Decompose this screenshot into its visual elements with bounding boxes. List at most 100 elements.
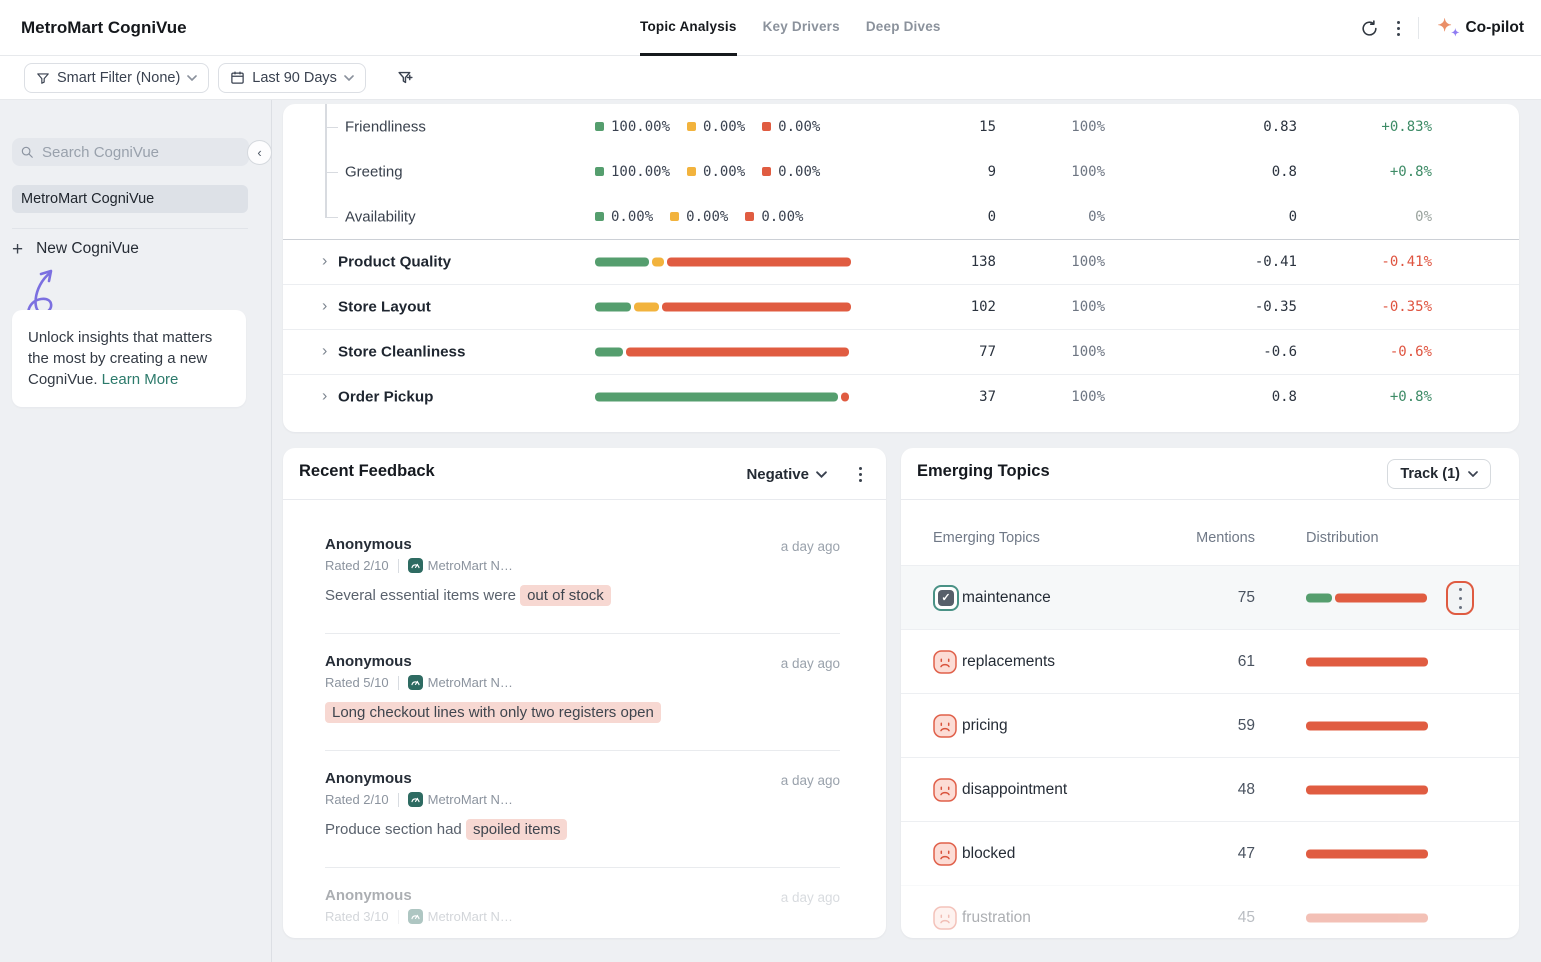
emerging-topic-label: maintenance bbox=[962, 588, 1051, 606]
emerging-mentions-value: 75 bbox=[1237, 588, 1255, 606]
feedback-filter-dropdown[interactable]: Negative bbox=[740, 465, 833, 484]
sidebar-collapse-button[interactable]: ‹ bbox=[247, 140, 272, 165]
topic-row-product-quality[interactable]: › Product Quality 138 100% -0.41 -0.41% bbox=[283, 239, 1519, 284]
sparkles-icon: ✦ ✦ bbox=[1437, 16, 1460, 39]
emerging-topic-label: frustration bbox=[962, 908, 1031, 926]
main-tabs: Topic Analysis Key Drivers Deep Dives bbox=[640, 0, 941, 56]
negative-segment bbox=[1306, 849, 1428, 858]
distribution-bar bbox=[1306, 785, 1428, 794]
topic-row-store-cleanliness[interactable]: › Store Cleanliness 77 100% -0.6 -0.6% bbox=[283, 329, 1519, 374]
score-value: -0.35 bbox=[1254, 299, 1297, 315]
tab-deep-dives[interactable]: Deep Dives bbox=[866, 0, 941, 56]
meta-divider bbox=[397, 675, 399, 690]
distribution-bar bbox=[1306, 721, 1428, 730]
tracked-checkbox[interactable]: ✓ bbox=[933, 584, 959, 611]
search-input[interactable] bbox=[40, 142, 234, 162]
feedback-author: Anonymous bbox=[325, 536, 412, 553]
negative-segment bbox=[1306, 913, 1428, 922]
negative-segment bbox=[662, 302, 851, 312]
emerging-mentions-value: 61 bbox=[1237, 652, 1255, 670]
refresh-button[interactable] bbox=[1360, 19, 1379, 38]
topic-row-store-layout[interactable]: › Store Layout 102 100% -0.35 -0.35% bbox=[283, 284, 1519, 329]
track-dropdown-button[interactable]: Track (1) bbox=[1387, 459, 1491, 489]
item-divider bbox=[325, 867, 840, 868]
tab-key-drivers[interactable]: Key Drivers bbox=[763, 0, 840, 56]
emerging-row-maintenance[interactable]: ✓ maintenance 75 bbox=[901, 565, 1519, 629]
gauge-icon bbox=[407, 909, 423, 924]
negative-percent: 0.00% bbox=[778, 163, 821, 180]
feedback-rating: Rated 2/10 bbox=[325, 558, 389, 573]
mentions-value: 0 bbox=[987, 208, 996, 225]
feedback-filter-label: Negative bbox=[746, 465, 809, 483]
positive-segment bbox=[595, 347, 624, 357]
emerging-mentions-value: 59 bbox=[1237, 716, 1255, 734]
negative-percent: 0.00% bbox=[761, 208, 804, 225]
score-value: -0.6 bbox=[1263, 344, 1297, 360]
feedback-item: Anonymous Rated 5/10 MetroMart N… a day … bbox=[325, 653, 840, 723]
emerging-row-replacements[interactable]: replacements 61 bbox=[901, 629, 1519, 693]
change-value: +0.8% bbox=[1389, 389, 1432, 405]
negative-segment bbox=[1306, 721, 1428, 730]
item-divider bbox=[325, 750, 840, 751]
change-value: 0% bbox=[1415, 208, 1432, 225]
feedback-author: Anonymous bbox=[325, 653, 412, 670]
positive-percent: 100.00% bbox=[611, 118, 671, 135]
sentiment-legend: 0.00% 0.00% 0.00% bbox=[595, 209, 803, 225]
gauge-icon bbox=[407, 558, 423, 573]
emerging-topics-card: Emerging Topics Track (1) Emerging Topic… bbox=[901, 448, 1519, 938]
kebab-icon bbox=[1458, 586, 1462, 610]
topic-row-order-pickup[interactable]: › Order Pickup 37 100% 0.8 +0.8% bbox=[283, 374, 1519, 419]
distribution-bar bbox=[1306, 657, 1428, 666]
row-overflow-menu-button[interactable] bbox=[1446, 581, 1474, 615]
new-cognivue-button[interactable]: + New CogniVue bbox=[12, 236, 139, 262]
feedback-text: Long checkout lines with only two regist… bbox=[325, 702, 840, 723]
expand-chevron-icon[interactable]: › bbox=[322, 388, 327, 405]
emerging-row-disappointment[interactable]: disappointment 48 bbox=[901, 757, 1519, 821]
date-range-dropdown[interactable]: Last 90 Days bbox=[218, 62, 366, 93]
feedback-text: Several essential items were out of stoc… bbox=[325, 585, 840, 606]
topic-label: Store Layout bbox=[338, 298, 431, 316]
score-value: 0.8 bbox=[1271, 389, 1297, 405]
expand-chevron-icon[interactable]: › bbox=[322, 343, 327, 360]
mentions-value: 15 bbox=[979, 118, 996, 135]
smart-filter-dropdown[interactable]: Smart Filter (None) bbox=[24, 62, 210, 93]
sidebar-item-metromart-cognivue[interactable]: MetroMart CogniVue bbox=[12, 185, 248, 213]
positive-percent: 100.00% bbox=[611, 163, 671, 180]
feedback-author: Anonymous bbox=[325, 770, 412, 787]
emerging-topic-label: pricing bbox=[962, 716, 1008, 734]
distribution-bar bbox=[1306, 593, 1428, 602]
calendar-icon bbox=[230, 70, 245, 85]
track-label: Track (1) bbox=[1400, 466, 1460, 482]
promo-card: Unlock insights that matters the most by… bbox=[12, 310, 246, 407]
search-icon bbox=[20, 145, 34, 159]
emerging-row-blocked[interactable]: blocked 47 bbox=[901, 821, 1519, 885]
topic-subrow-availability[interactable]: Availability 0.00% 0.00% 0.00% 0 0% 0 0% bbox=[283, 194, 1519, 239]
share-value: 0% bbox=[1088, 208, 1105, 225]
feedback-overflow-menu-button[interactable] bbox=[859, 466, 862, 482]
sentiment-bar bbox=[595, 302, 851, 312]
feedback-title: Recent Feedback bbox=[299, 462, 435, 480]
share-value: 100% bbox=[1071, 344, 1105, 360]
feedback-timestamp: a day ago bbox=[780, 890, 840, 905]
expand-chevron-icon[interactable]: › bbox=[322, 253, 327, 270]
tree-tick bbox=[325, 216, 338, 218]
header-overflow-menu-button[interactable] bbox=[1397, 20, 1401, 36]
share-value: 100% bbox=[1071, 163, 1105, 180]
feedback-rating: Rated 3/10 bbox=[325, 909, 389, 924]
learn-more-link[interactable]: Learn More bbox=[102, 371, 179, 388]
column-topic: Emerging Topics bbox=[933, 530, 1040, 546]
emerging-row-pricing[interactable]: pricing 59 bbox=[901, 693, 1519, 757]
topic-subrow-friendliness[interactable]: Friendliness 100.00% 0.00% 0.00% 15 100%… bbox=[283, 104, 1519, 149]
copilot-button[interactable]: ✦ ✦ Co-pilot bbox=[1437, 16, 1524, 39]
add-filter-button[interactable] bbox=[397, 69, 414, 86]
tab-topic-analysis[interactable]: Topic Analysis bbox=[640, 0, 737, 56]
emerging-row-frustration[interactable]: frustration 45 bbox=[901, 885, 1519, 938]
score-value: 0.8 bbox=[1271, 163, 1297, 180]
expand-chevron-icon[interactable]: › bbox=[322, 298, 327, 315]
neutral-swatch bbox=[687, 167, 697, 176]
topic-subrow-greeting[interactable]: Greeting 100.00% 0.00% 0.00% 9 100% 0.8 … bbox=[283, 149, 1519, 194]
positive-segment bbox=[595, 302, 631, 312]
emerging-column-headers: Emerging Topics Mentions Distribution bbox=[901, 530, 1519, 550]
share-value: 100% bbox=[1071, 389, 1105, 405]
smart-filter-label: Smart Filter (None) bbox=[57, 69, 181, 86]
